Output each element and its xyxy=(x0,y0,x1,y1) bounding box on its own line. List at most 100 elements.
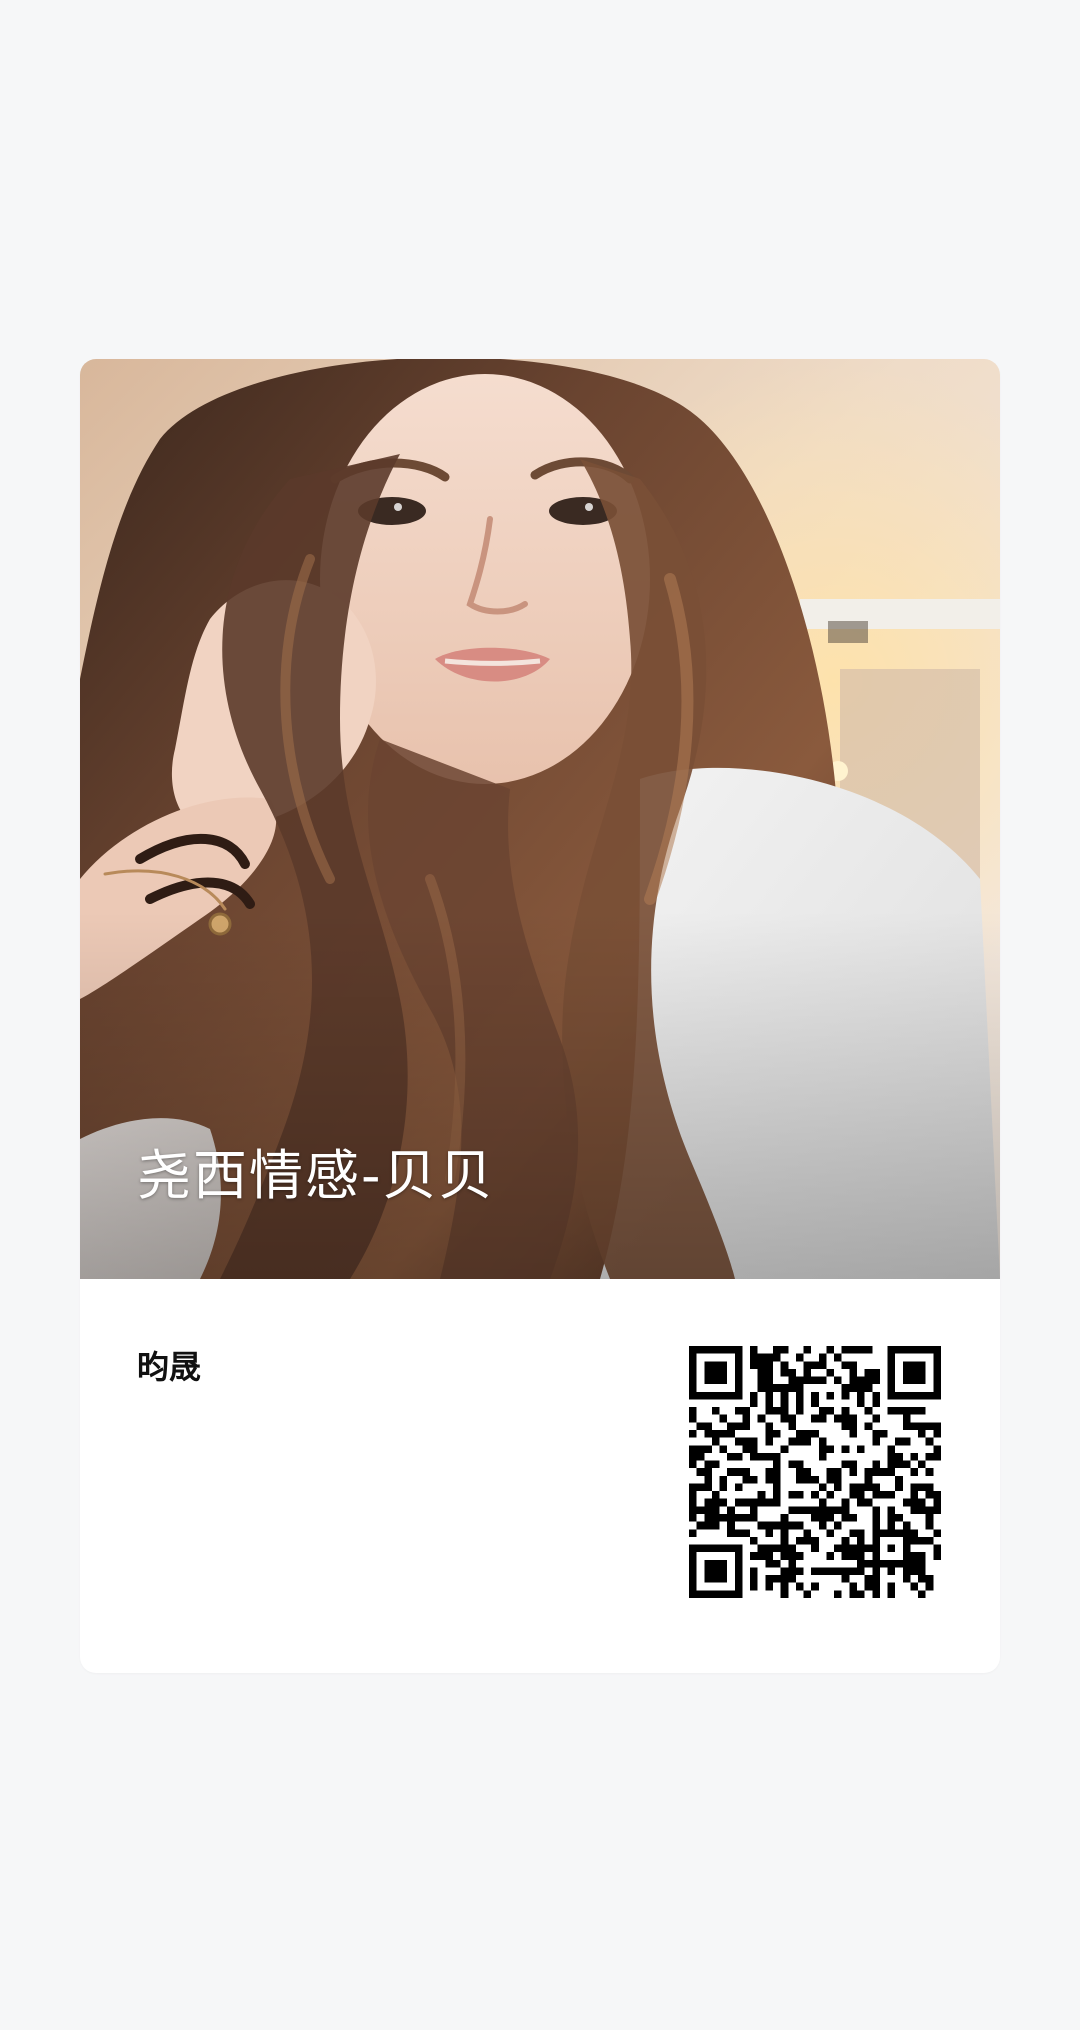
qr-module xyxy=(933,1422,941,1430)
qr-module xyxy=(765,1575,773,1583)
qr-module xyxy=(704,1468,712,1476)
qr-module xyxy=(849,1422,857,1430)
qr-module xyxy=(857,1391,865,1400)
qr-module xyxy=(765,1422,773,1430)
qr-module xyxy=(704,1483,712,1492)
qr-module xyxy=(795,1399,804,1408)
qr-module xyxy=(818,1376,827,1385)
qr-module xyxy=(765,1361,773,1369)
qr-module xyxy=(857,1559,865,1568)
qr-module xyxy=(788,1559,796,1568)
qr-module xyxy=(826,1529,835,1537)
qr-module xyxy=(857,1445,865,1453)
qr-module xyxy=(925,1422,934,1430)
qr-module xyxy=(826,1407,835,1415)
qr-module xyxy=(773,1498,781,1507)
qr-module xyxy=(780,1514,789,1522)
qr-module xyxy=(765,1559,773,1568)
qr-module xyxy=(910,1559,919,1568)
qr-module xyxy=(849,1346,857,1354)
qr-module xyxy=(788,1422,796,1430)
qr-module xyxy=(750,1346,758,1354)
qr-module xyxy=(719,1514,728,1522)
qr-module xyxy=(902,1567,911,1576)
qr-module xyxy=(849,1368,857,1377)
qr-module xyxy=(818,1414,827,1423)
qr-module xyxy=(887,1460,896,1469)
qr-module xyxy=(849,1384,857,1392)
qr-module xyxy=(765,1430,773,1438)
qr-module xyxy=(933,1491,941,1499)
qr-code-icon[interactable] xyxy=(689,1346,941,1598)
qr-module xyxy=(925,1582,934,1591)
qr-module xyxy=(910,1582,919,1591)
qr-module xyxy=(742,1414,751,1423)
qr-module xyxy=(750,1552,758,1560)
qr-module xyxy=(849,1483,857,1492)
qr-module xyxy=(895,1407,903,1415)
qr-module xyxy=(826,1552,835,1560)
qr-module xyxy=(872,1491,880,1499)
qr-module xyxy=(711,1491,720,1499)
qr-module xyxy=(864,1376,873,1385)
qr-module xyxy=(780,1544,789,1553)
qr-module xyxy=(757,1414,766,1423)
qr-module xyxy=(734,1468,743,1476)
qr-module xyxy=(803,1376,812,1385)
qr-module xyxy=(780,1529,789,1537)
qr-module xyxy=(857,1552,865,1560)
qr-module xyxy=(811,1399,819,1408)
qr-module xyxy=(887,1514,896,1522)
qr-module xyxy=(704,1521,712,1530)
qr-module xyxy=(750,1498,758,1507)
qr-module xyxy=(887,1452,896,1461)
qr-module xyxy=(780,1590,789,1598)
qr-alignment-center xyxy=(887,1544,896,1553)
qr-module xyxy=(811,1376,819,1385)
qr-module xyxy=(757,1544,766,1553)
qr-module xyxy=(864,1384,873,1392)
qr-module xyxy=(719,1414,728,1423)
qr-module xyxy=(841,1384,850,1392)
qr-module xyxy=(773,1407,781,1415)
qr-module xyxy=(849,1460,857,1469)
qr-module xyxy=(818,1506,827,1514)
qr-module xyxy=(826,1445,835,1453)
qr-module xyxy=(841,1544,850,1553)
qr-module xyxy=(834,1468,842,1476)
qr-module xyxy=(795,1437,804,1446)
qr-module xyxy=(834,1475,842,1484)
qr-module xyxy=(902,1575,911,1583)
qr-module xyxy=(857,1491,865,1499)
qr-module xyxy=(788,1552,796,1560)
qr-module xyxy=(910,1529,919,1537)
qr-module xyxy=(742,1437,751,1446)
qr-module xyxy=(887,1582,896,1591)
qr-module xyxy=(788,1544,796,1553)
qr-module xyxy=(811,1514,819,1522)
qr-module xyxy=(711,1521,720,1530)
qr-module xyxy=(811,1567,819,1576)
qr-module xyxy=(826,1567,835,1576)
qr-module xyxy=(925,1452,934,1461)
qr-module xyxy=(910,1468,919,1476)
qr-module xyxy=(773,1460,781,1469)
qr-module xyxy=(849,1544,857,1553)
qr-module xyxy=(841,1575,850,1583)
qr-module xyxy=(711,1407,720,1415)
qr-module xyxy=(696,1483,705,1492)
qr-module xyxy=(780,1582,789,1591)
qr-module xyxy=(689,1445,697,1453)
qr-module xyxy=(834,1414,842,1423)
qr-module xyxy=(895,1514,903,1522)
qr-module xyxy=(826,1514,835,1522)
qr-module xyxy=(765,1552,773,1560)
qr-module xyxy=(734,1422,743,1430)
qr-module xyxy=(818,1521,827,1530)
qr-module xyxy=(803,1346,812,1354)
qr-module xyxy=(750,1506,758,1514)
qr-module xyxy=(773,1575,781,1583)
qr-module xyxy=(780,1346,789,1354)
qr-module xyxy=(841,1391,850,1400)
qr-module xyxy=(818,1353,827,1362)
